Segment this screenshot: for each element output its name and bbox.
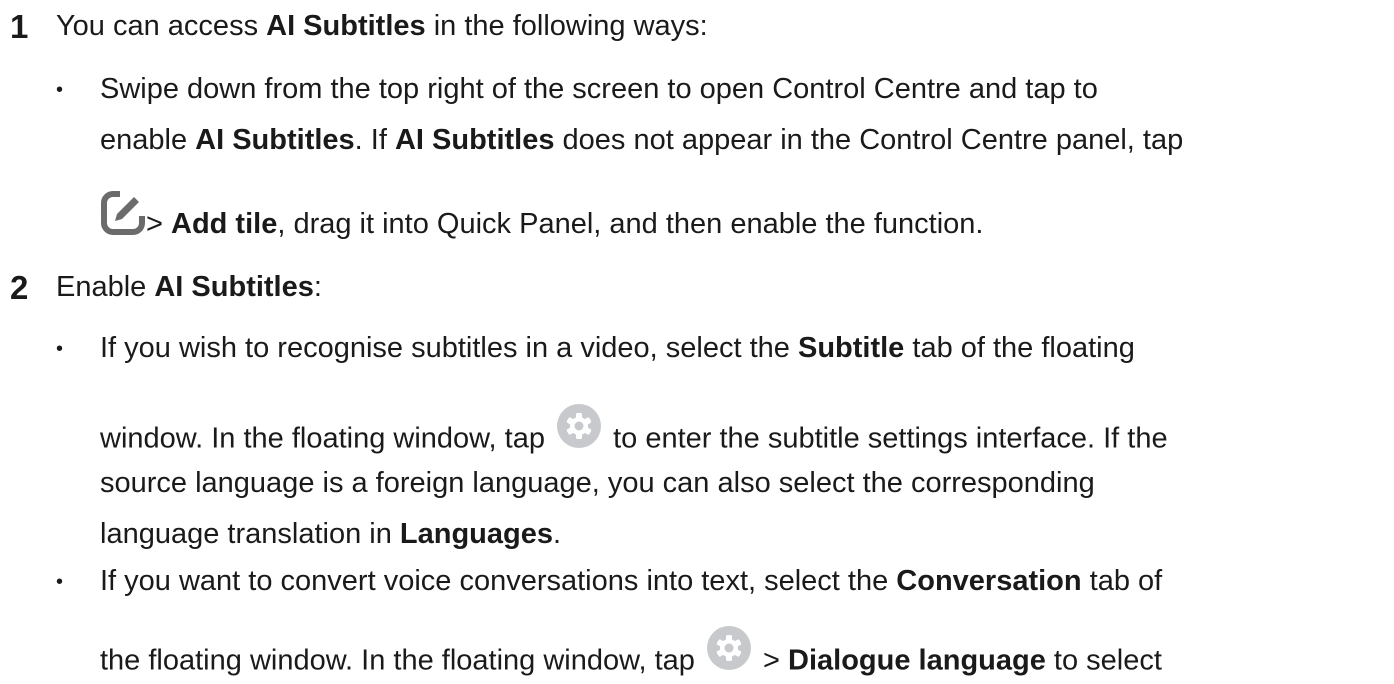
bullet-marker: • [56, 571, 64, 593]
step-2-bullet-1-line-1: If you wish to recognise subtitles in a … [100, 332, 1135, 364]
bullet-marker: • [56, 79, 64, 101]
step-2-bullet-1-line-2: window. In the floating window, tap to e… [100, 404, 1168, 462]
step-2-number: 2 [10, 269, 29, 306]
step-2-bullet-1-line-4: language translation in Languages. [100, 518, 562, 550]
step-1-bullet-line-1: Swipe down from the top right of the scr… [100, 73, 1098, 105]
document-page: 1 You can access AI Subtitles in the fol… [0, 0, 1394, 675]
step-2-bullet-1-line-3: source language is a foreign language, y… [100, 467, 1095, 499]
gear-icon [557, 404, 602, 448]
step-1-bullet-line-2: enable AI Subtitles. If AI Subtitles doe… [100, 124, 1184, 156]
bullet-marker: • [56, 338, 64, 360]
step-1-intro: You can access AI Subtitles in the follo… [56, 10, 708, 42]
step-2-bullet-2-line-1: If you want to convert voice conversatio… [100, 565, 1163, 597]
step-1-number: 1 [10, 8, 29, 45]
step-2-intro: Enable AI Subtitles: [56, 271, 322, 303]
edit-icon [101, 190, 146, 235]
step-2-bullet-2-line-2: the floating window. In the floating win… [100, 626, 1162, 684]
gear-icon [706, 626, 751, 670]
step-1-bullet-line-3: > Add tile, drag it into Quick Panel, an… [146, 208, 984, 240]
